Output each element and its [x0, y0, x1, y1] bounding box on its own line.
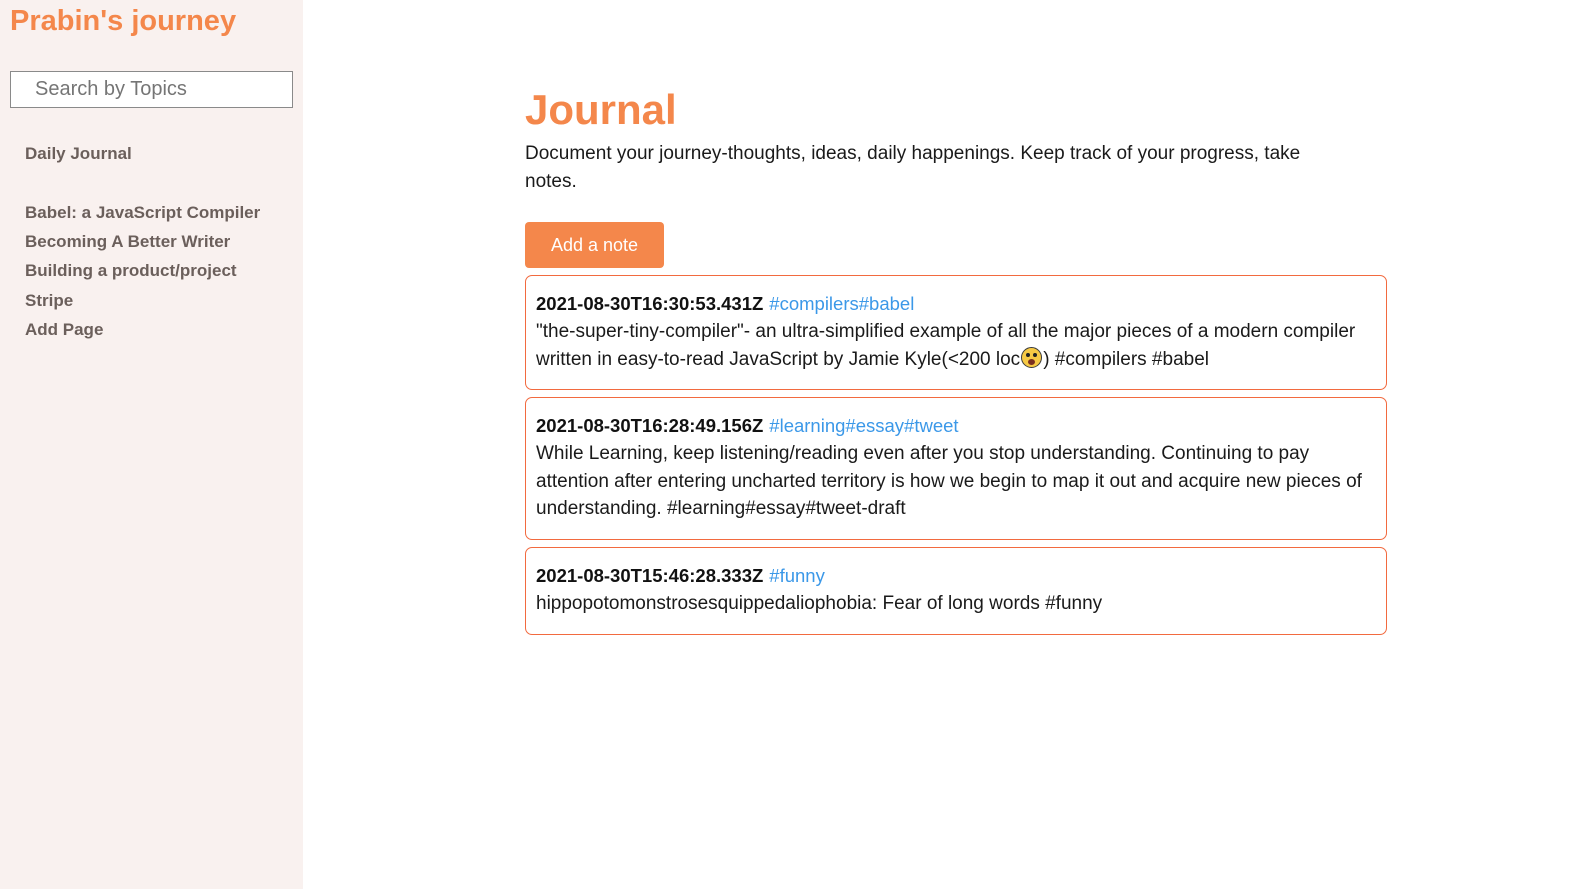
note-text-part: ) #compilers #babel	[1043, 348, 1209, 370]
note-timestamp: 2021-08-30T16:28:49.156Z	[536, 415, 764, 436]
page-description: Document your journey-thoughts, ideas, d…	[525, 143, 1301, 192]
note-timestamp: 2021-08-30T15:46:28.333Z	[536, 565, 764, 586]
add-page-link[interactable]: Add Page	[25, 320, 103, 340]
note-header: 2021-08-30T15:46:28.333Z #funny	[536, 564, 1376, 588]
sidebar-item-better-writer[interactable]: Becoming A Better Writer	[25, 232, 230, 252]
note-card: 2021-08-30T16:28:49.156Z #learning#essay#…	[525, 397, 1387, 540]
note-text-part: "the-super-tiny-compiler"- an ultra-simp…	[536, 321, 1356, 370]
note-header: 2021-08-30T16:28:49.156Z #learning#essay#…	[536, 414, 1376, 438]
note-text: hippopotomonstrosesquippedaliophobia: Fe…	[536, 593, 1103, 614]
note-timestamp: 2021-08-30T16:30:53.431Z	[536, 293, 764, 314]
note-tags[interactable]: #compilers#babel	[769, 293, 914, 314]
note-card: 2021-08-30T15:46:28.333Z #funny hippopoto…	[525, 547, 1387, 635]
site-title[interactable]: Prabin's journey	[10, 5, 236, 38]
note-tags[interactable]: #funny	[769, 565, 825, 586]
note-card: 2021-08-30T16:30:53.431Z #compilers#babel…	[525, 275, 1387, 390]
sidebar: Prabin's journey Daily Journal Babel: a …	[0, 0, 303, 889]
search-input[interactable]	[10, 71, 293, 108]
page-title: Journal	[525, 86, 677, 133]
astonished-face-icon	[1021, 346, 1043, 368]
note-tags[interactable]: #learning#essay#tweet	[769, 415, 958, 436]
note-text: While Learning, keep listening/reading e…	[536, 443, 1362, 519]
sidebar-item-daily-journal[interactable]: Daily Journal	[25, 144, 132, 164]
add-note-button[interactable]: Add a note	[525, 222, 664, 268]
sidebar-item-building-product[interactable]: Building a product/project	[25, 261, 237, 281]
note-text: "the-super-tiny-compiler"- an ultra-simp…	[536, 318, 1376, 373]
note-header: 2021-08-30T16:30:53.431Z #compilers#babel	[536, 292, 1376, 316]
sidebar-item-stripe[interactable]: Stripe	[25, 291, 73, 311]
sidebar-item-babel[interactable]: Babel: a JavaScript Compiler	[25, 203, 260, 223]
